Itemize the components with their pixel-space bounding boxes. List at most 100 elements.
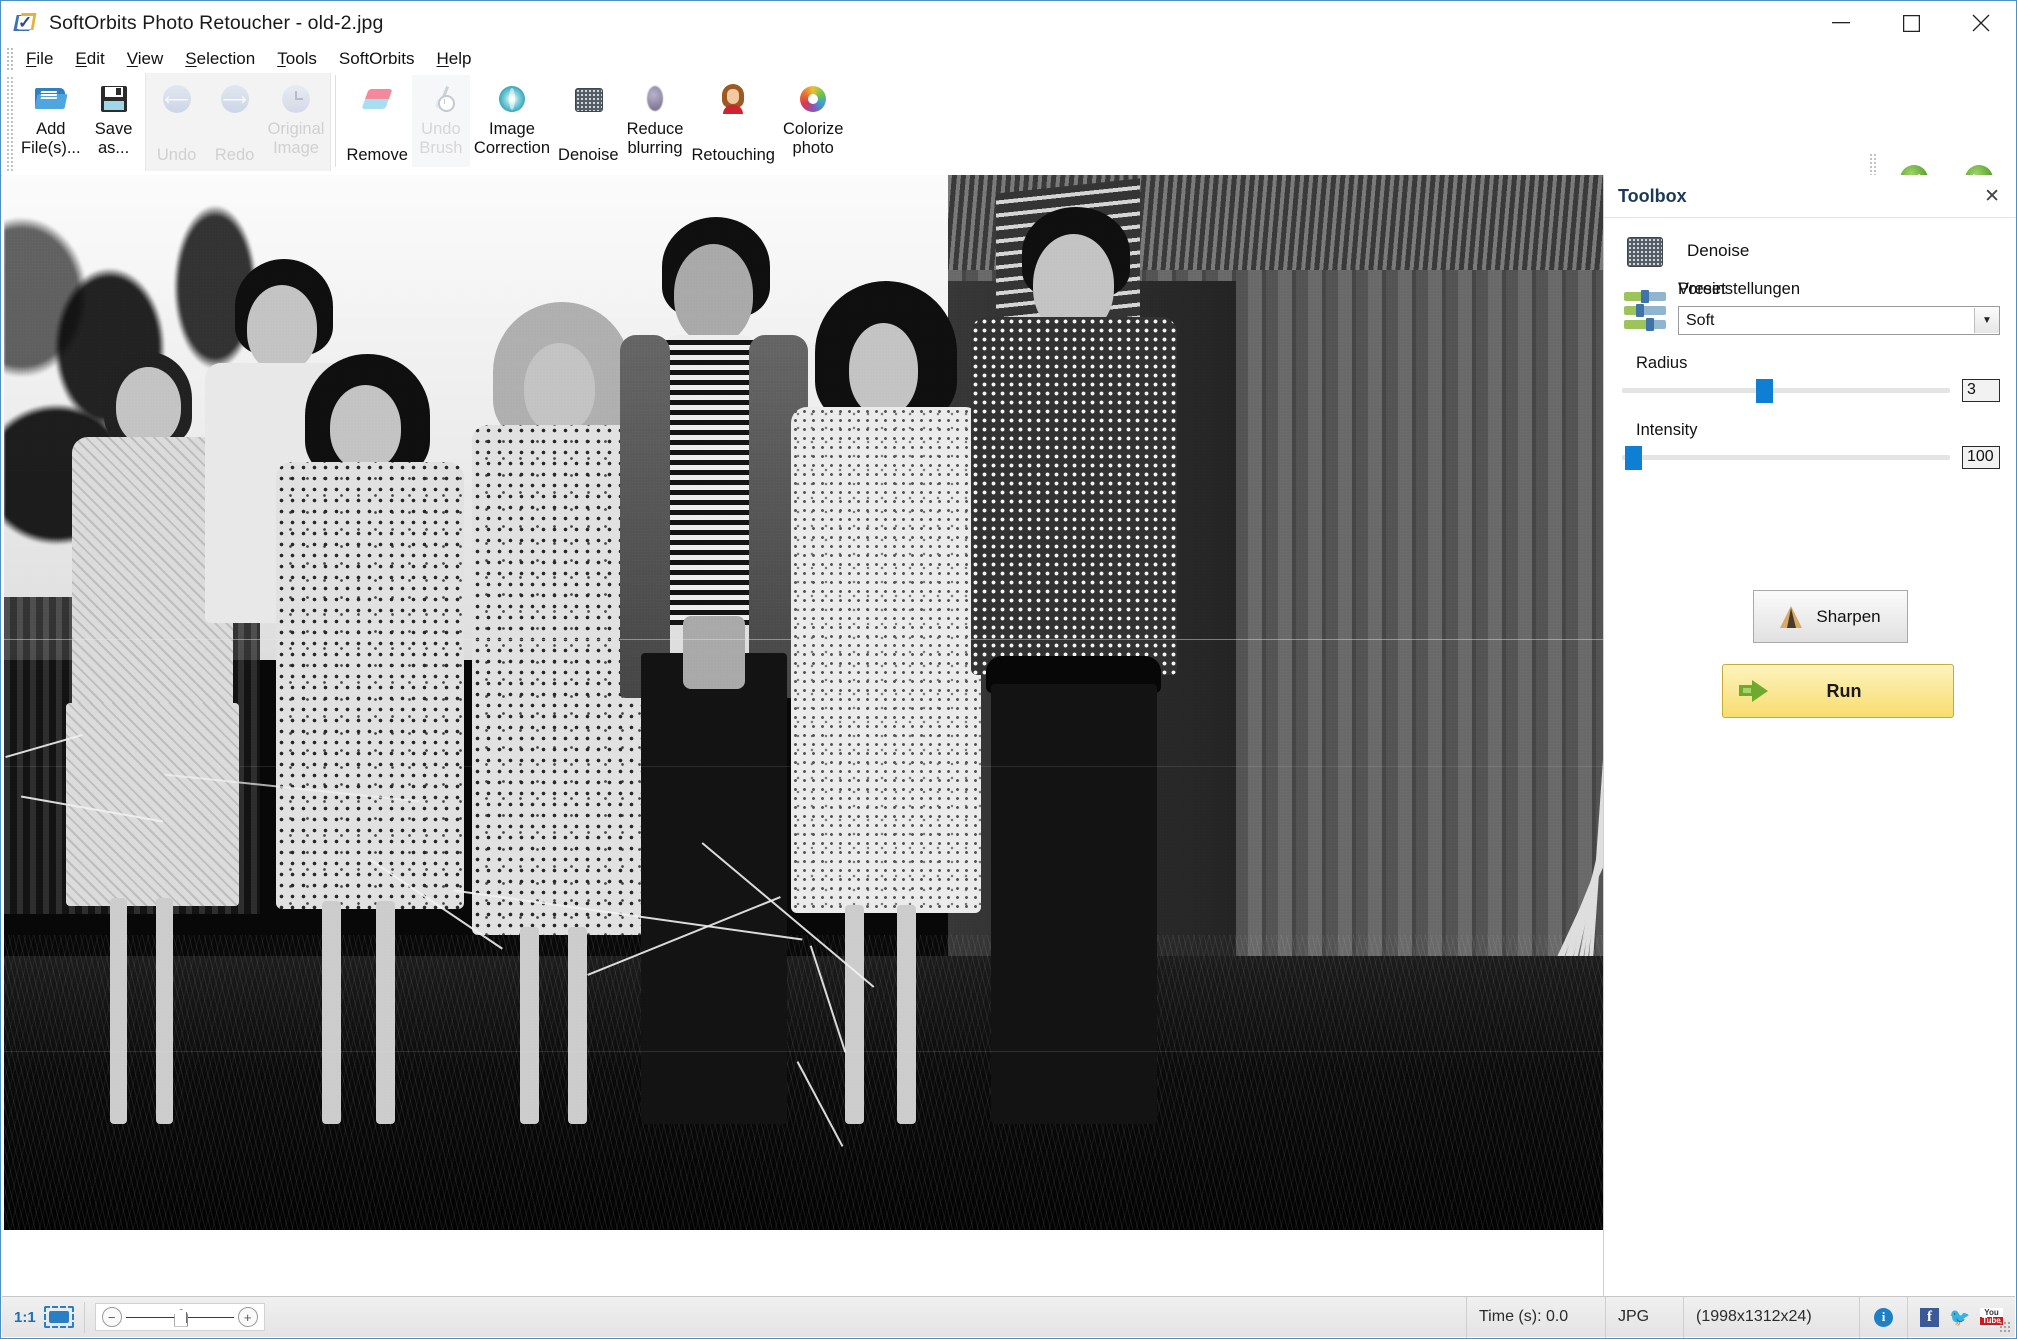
add-files-button[interactable]: Add File(s)... (17, 75, 85, 167)
menu-grip-handle[interactable] (6, 47, 15, 71)
info-cell[interactable]: i (1860, 1296, 1908, 1338)
history-clock-icon (278, 81, 314, 117)
processing-time-label: Time (s): 0.0 (1479, 1308, 1569, 1325)
save-as-label-1: Save (94, 120, 133, 138)
sliders-preset-icon (1624, 290, 1668, 336)
main-toolbar: Add File(s)... Save as... ⟵ Undo ⟶ Redo … (1, 73, 2016, 236)
zoom-slider-track[interactable] (125, 1308, 234, 1327)
original-image-label-2: Image (273, 139, 319, 157)
remove-button[interactable]: Remove (342, 75, 411, 167)
preset-label-overlap: Voreinstellungen Preset (1678, 280, 2000, 302)
toolbox-close-icon[interactable]: ✕ (1980, 185, 2004, 208)
menu-help[interactable]: Help (426, 46, 483, 72)
reduce-blurring-label-2: blurring (627, 139, 683, 157)
intensity-label: Intensity (1636, 421, 1698, 439)
toolbar-group-history: ⟵ Undo ⟶ Redo Original Image (144, 73, 332, 171)
image-dimensions-cell: (1998x1312x24) (1684, 1296, 1860, 1338)
softorbits-logo-icon: ✓ (13, 12, 37, 34)
green-arrow-run-icon (1739, 680, 1769, 702)
preset-dropdown[interactable]: Soft ▼ (1678, 306, 2000, 335)
undo-brush-button[interactable]: Undo Brush (411, 75, 470, 167)
person-7 (964, 206, 1188, 1125)
radius-label: Radius (1636, 354, 1688, 372)
minimize-button[interactable] (1806, 1, 1876, 45)
zoom-ratio-label[interactable]: 1:1 (2, 1309, 44, 1326)
zoom-slider-widget[interactable]: − + (94, 1303, 265, 1331)
colorize-photo-label-1: Colorize (782, 120, 844, 138)
save-as-button[interactable]: Save as... (85, 75, 143, 167)
toolbar-group-edit: Remove Undo Brush Image Correction Denoi… (340, 73, 849, 171)
intensity-slider-block: Intensity 100 (1620, 421, 2000, 470)
colorize-photo-label-2: photo (792, 139, 834, 157)
undo-button[interactable]: ⟵ Undo (148, 75, 206, 167)
preset-row: Voreinstellungen Preset Soft ▼ (1620, 280, 2000, 336)
menu-selection[interactable]: Selection (174, 46, 266, 72)
menu-file[interactable]: FFileile (15, 46, 64, 72)
menu-softorbits[interactable]: SoftOrbits (328, 46, 426, 72)
window-title: SoftOrbits Photo Retoucher - old-2.jpg (49, 11, 384, 34)
maximize-button[interactable] (1876, 1, 1946, 45)
eraser-icon (359, 81, 395, 117)
denoise-noise-icon (570, 81, 606, 117)
zoom-slider-tick (186, 1311, 188, 1323)
toolbox-active-tool: Denoise (1620, 236, 2000, 267)
preset-label-en: Preset (1678, 280, 1726, 298)
twitter-icon[interactable]: 🐦 (1949, 1309, 1970, 1326)
radius-slider-block: Radius 3 (1620, 354, 2000, 403)
save-as-label-2: as... (97, 139, 130, 157)
title-bar: ✓ SoftOrbits Photo Retoucher - old-2.jpg (1, 1, 2016, 45)
status-spacer (265, 1297, 1466, 1338)
intensity-slider-track[interactable] (1622, 455, 1950, 460)
zoom-out-button[interactable]: − (101, 1307, 122, 1327)
image-dimensions-label: (1998x1312x24) (1696, 1308, 1812, 1325)
undo-brush-icon (423, 81, 459, 117)
toolbox-header: Toolbox ✕ (1604, 175, 2016, 218)
redo-label: Redo (214, 146, 255, 164)
photo-image[interactable] (4, 175, 1603, 1230)
facebook-icon[interactable]: f (1920, 1307, 1939, 1327)
add-files-label-2: File(s)... (21, 139, 81, 157)
radius-slider[interactable] (1622, 377, 1956, 403)
denoise-button[interactable]: Denoise (554, 75, 623, 167)
toolbar-grip-handle[interactable] (6, 76, 15, 172)
menu-tools[interactable]: Tools (266, 46, 328, 72)
window-resize-grip[interactable] (1999, 1321, 2012, 1334)
menu-edit[interactable]: Edit (64, 46, 115, 72)
denoise-noise-icon (1627, 236, 1663, 267)
retouching-button[interactable]: Retouching (687, 75, 778, 167)
colorize-photo-button[interactable]: Colorize photo (779, 75, 848, 167)
intensity-slider-thumb[interactable] (1625, 446, 1643, 470)
toolbar-separator-1 (335, 75, 337, 167)
close-button[interactable] (1946, 1, 2016, 45)
info-icon[interactable]: i (1874, 1307, 1893, 1327)
radius-value-field[interactable]: 3 (1962, 378, 2000, 402)
radius-slider-track[interactable] (1622, 388, 1950, 393)
sharpen-button[interactable]: Sharpen (1753, 590, 1908, 643)
active-tool-label: Denoise (1687, 241, 1750, 260)
toolbox-title: Toolbox (1618, 185, 1687, 206)
toolbox-panel: Toolbox ✕ Denoise Voreinstellungen Prese… (1603, 175, 2016, 1297)
processing-time-cell: Time (s): 0.0 (1466, 1296, 1606, 1338)
radius-slider-thumb[interactable] (1755, 379, 1773, 403)
intensity-value-field[interactable]: 100 (1962, 445, 2000, 469)
menu-view[interactable]: View (116, 46, 175, 72)
image-correction-button[interactable]: Image Correction (470, 75, 554, 167)
intensity-slider[interactable] (1622, 444, 1956, 470)
redo-button[interactable]: ⟶ Redo (206, 75, 264, 167)
undo-arrow-icon: ⟵ (159, 81, 195, 117)
image-correction-label-2: Correction (473, 139, 551, 157)
run-button[interactable]: Run (1722, 664, 1954, 718)
add-files-label-1: Add (36, 120, 66, 138)
reduce-blurring-button[interactable]: Reduce blurring (623, 75, 688, 167)
undo-brush-label-2: Brush (419, 139, 463, 157)
image-canvas-area[interactable] (2, 175, 1603, 1297)
original-image-button[interactable]: Original Image (264, 75, 329, 167)
zoom-in-button[interactable]: + (237, 1307, 258, 1327)
preset-selected-value: Soft (1686, 311, 1715, 329)
image-correction-label-1: Image (489, 120, 535, 138)
toolbox-body: Denoise Voreinstellungen Preset Soft ▼ R… (1604, 218, 2016, 718)
open-folder-icon (33, 81, 69, 117)
fit-to-window-icon[interactable] (43, 1306, 74, 1328)
chevron-down-icon[interactable]: ▼ (1974, 308, 1999, 333)
remove-label: Remove (346, 146, 408, 164)
